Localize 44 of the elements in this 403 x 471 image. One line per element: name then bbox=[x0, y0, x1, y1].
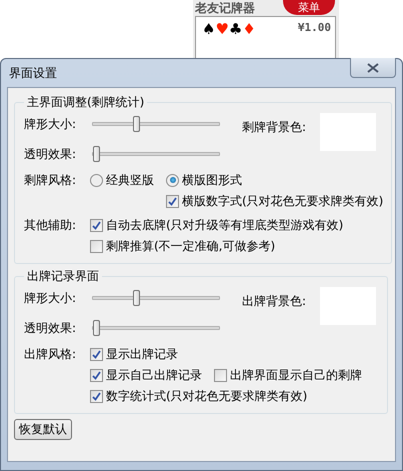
slider-thumb[interactable] bbox=[132, 290, 140, 306]
color-label: 剩牌背景色: bbox=[242, 119, 308, 136]
suit-symbol: ♥ bbox=[215, 21, 229, 37]
option-label: 剩牌推算(不一定准确,可做参考) bbox=[106, 238, 276, 255]
reset-button[interactable]: 恢复默认 bbox=[14, 419, 72, 440]
color-label: 出牌背景色: bbox=[242, 293, 308, 310]
slider-thumb[interactable] bbox=[92, 146, 100, 162]
option-label: 显示出牌记录 bbox=[106, 346, 178, 363]
app-title: 老友记牌器 bbox=[194, 0, 255, 16]
slider-thumb[interactable] bbox=[132, 116, 140, 132]
close-icon bbox=[367, 62, 379, 72]
option-group-label: 出牌风格: bbox=[24, 346, 78, 363]
group-title: 出牌记录界面 bbox=[26, 268, 100, 285]
option-label: 数字统计式(只对花色无要求牌类有效) bbox=[106, 388, 308, 405]
slider-thumb[interactable] bbox=[92, 320, 100, 336]
slider-label: 透明效果: bbox=[24, 146, 78, 162]
suit-symbol: ♣ bbox=[228, 21, 242, 37]
slider-label: 牌形大小: bbox=[24, 116, 78, 132]
amount: ¥1.00 bbox=[298, 21, 331, 36]
slider-label: 透明效果: bbox=[24, 320, 78, 336]
menu-button[interactable]: 菜单 bbox=[283, 0, 335, 15]
option-group-label: 剩牌风格: bbox=[24, 172, 78, 189]
radio-button[interactable] bbox=[90, 174, 103, 186]
suit-symbol: ♠ bbox=[202, 21, 216, 37]
option-label: 横版图形式 bbox=[182, 172, 242, 189]
checkbox[interactable] bbox=[214, 368, 227, 382]
suit-symbol: ♦ bbox=[242, 21, 256, 37]
radio-button[interactable] bbox=[166, 174, 179, 186]
group-title: 主界面调整(剩牌统计) bbox=[26, 94, 146, 111]
window-title: 界面设置 bbox=[9, 65, 57, 82]
option-label: 横版数字式(只对花色无要求牌类有效) bbox=[182, 193, 384, 210]
checkbox[interactable] bbox=[90, 240, 103, 252]
option-label: 经典竖版 bbox=[106, 172, 154, 189]
checkbox[interactable] bbox=[90, 368, 103, 382]
option-label: 出牌界面显示自己的剩牌 bbox=[230, 367, 362, 384]
option-label: 显示自己出牌记录 bbox=[106, 367, 202, 384]
checkbox[interactable] bbox=[90, 390, 103, 402]
option-label: 自动去底牌(只对升级等有埋底类型游戏有效) bbox=[106, 217, 344, 234]
checkbox[interactable] bbox=[90, 218, 103, 232]
checkbox[interactable] bbox=[166, 194, 179, 208]
option-group-label: 其他辅助: bbox=[24, 217, 78, 234]
close-button[interactable] bbox=[350, 58, 396, 78]
checkbox[interactable] bbox=[90, 348, 103, 360]
slider-label: 牌形大小: bbox=[24, 290, 78, 306]
